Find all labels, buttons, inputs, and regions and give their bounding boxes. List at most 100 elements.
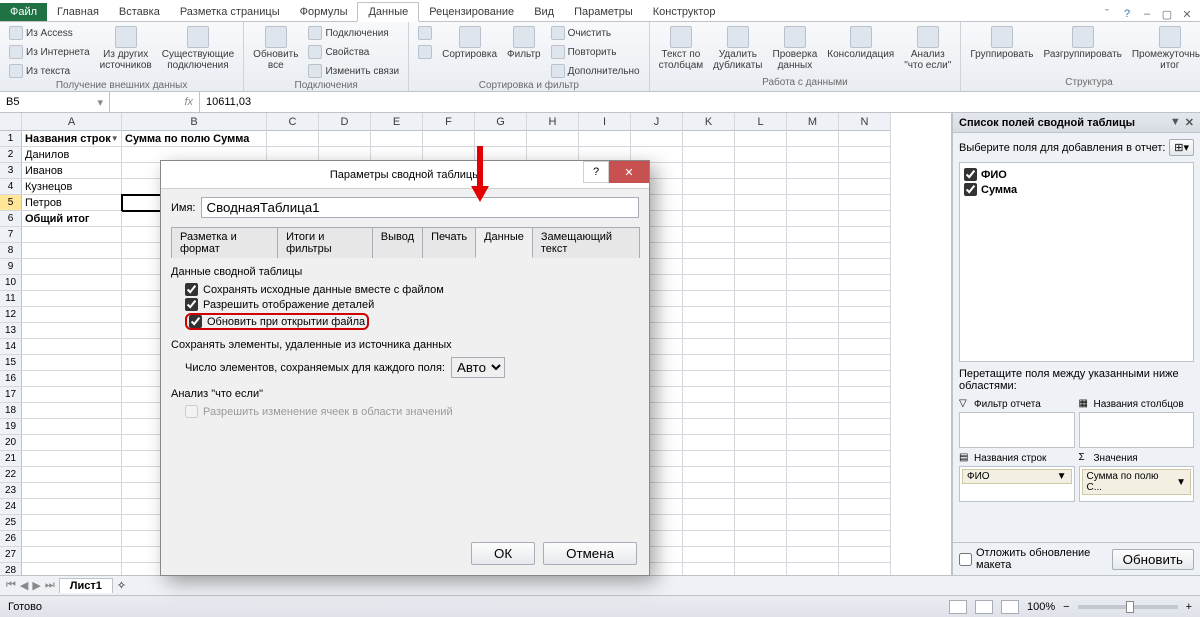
dialog-close-button[interactable]: ✕ [609, 161, 649, 183]
dialog-tab-alttext[interactable]: Замещающий текст [532, 227, 640, 258]
tab-design[interactable]: Конструктор [643, 3, 726, 21]
reapply-button[interactable]: Повторить [548, 43, 643, 61]
chevron-down-icon[interactable]: ▾ [97, 96, 103, 109]
field-checkbox[interactable] [964, 183, 977, 196]
col-header[interactable]: G [475, 113, 527, 131]
filter-button[interactable]: Фильтр [504, 24, 544, 62]
drop-columns[interactable] [1079, 412, 1195, 448]
from-access-button[interactable]: Из Access [6, 24, 93, 42]
dialog-tab-layout[interactable]: Разметка и формат [171, 227, 278, 258]
col-header[interactable]: H [527, 113, 579, 131]
tab-nav-next[interactable]: ▶ [32, 579, 40, 592]
text-to-columns-button[interactable]: Текст по столбцам [656, 24, 707, 73]
what-if-button[interactable]: Анализ "что если" [901, 24, 954, 73]
tab-data[interactable]: Данные [357, 2, 419, 22]
subtotal-button[interactable]: Промежуточный итог [1129, 24, 1200, 73]
help-icon[interactable]: ? [1120, 7, 1134, 21]
zoom-slider[interactable] [1078, 605, 1178, 609]
defer-update-checkbox[interactable]: Отложить обновление макета [959, 547, 1106, 571]
from-text-button[interactable]: Из текста [6, 62, 93, 80]
tab-options[interactable]: Параметры [564, 3, 643, 21]
close-icon[interactable]: ✕ [1185, 116, 1194, 129]
dialog-tab-totals[interactable]: Итоги и фильтры [277, 227, 373, 258]
layout-options-button[interactable]: ⊞▾ [1169, 139, 1194, 156]
tab-nav-first[interactable]: ⏮ [6, 579, 16, 592]
tab-review[interactable]: Рецензирование [419, 3, 524, 21]
enable-drill-checkbox[interactable] [185, 298, 198, 311]
dialog-tab-print[interactable]: Печать [422, 227, 476, 258]
col-header[interactable]: A [22, 113, 122, 131]
ribbon-minimize-icon[interactable]: ˇ [1100, 7, 1114, 21]
zoom-out-button[interactable]: − [1063, 601, 1069, 613]
sheet-tab[interactable]: Лист1 [59, 578, 113, 593]
tab-nav-prev[interactable]: ◀ [20, 579, 28, 592]
col-header[interactable]: J [631, 113, 683, 131]
tab-formulas[interactable]: Формулы [290, 3, 358, 21]
field-checkbox[interactable] [964, 168, 977, 181]
sort-desc-button[interactable] [415, 43, 435, 61]
view-layout-button[interactable] [975, 600, 993, 614]
window-restore-icon[interactable]: ▢ [1160, 7, 1174, 21]
col-header[interactable]: D [319, 113, 371, 131]
fx-icon[interactable]: fx [184, 96, 193, 108]
tab-insert[interactable]: Вставка [109, 3, 170, 21]
cancel-button[interactable]: Отмена [543, 542, 637, 565]
retain-count-select[interactable]: Авто [451, 357, 505, 378]
select-all-corner[interactable] [0, 113, 22, 131]
sort-asc-button[interactable] [415, 24, 435, 42]
tab-page-layout[interactable]: Разметка страницы [170, 3, 290, 21]
col-header[interactable]: L [735, 113, 787, 131]
col-header[interactable]: M [787, 113, 839, 131]
tab-home[interactable]: Главная [47, 3, 109, 21]
field-list[interactable]: ФИО Сумма [959, 162, 1194, 362]
chevron-down-icon[interactable]: ▼ [1170, 116, 1181, 129]
ungroup-button[interactable]: Разгруппировать [1041, 24, 1125, 62]
drop-values[interactable]: Сумма по полю С...▼ [1079, 466, 1195, 502]
dialog-tab-display[interactable]: Вывод [372, 227, 423, 258]
name-box[interactable]: B5▾ [0, 92, 110, 112]
tab-file[interactable]: Файл [0, 3, 47, 21]
properties-button[interactable]: Свойства [305, 43, 402, 61]
field-item[interactable]: Сумма [964, 182, 1189, 197]
col-header[interactable]: F [423, 113, 475, 131]
dialog-tab-data[interactable]: Данные [475, 227, 533, 258]
clear-filter-button[interactable]: Очистить [548, 24, 643, 42]
formula-input[interactable]: 10611,03 [200, 96, 257, 108]
edit-links-button[interactable]: Изменить связи [305, 62, 402, 80]
from-other-button[interactable]: Из других источников [97, 24, 155, 73]
zoom-level[interactable]: 100% [1027, 601, 1055, 613]
from-web-button[interactable]: Из Интернета [6, 43, 93, 61]
ok-button[interactable]: ОК [471, 542, 535, 565]
advanced-filter-button[interactable]: Дополнительно [548, 62, 643, 80]
chip-value[interactable]: Сумма по полю С...▼ [1082, 469, 1192, 495]
view-normal-button[interactable] [949, 600, 967, 614]
col-header[interactable]: K [683, 113, 735, 131]
consolidate-button[interactable]: Консолидация [824, 24, 897, 62]
window-minimize-icon[interactable]: – [1140, 7, 1154, 21]
remove-duplicates-button[interactable]: Удалить дубликаты [710, 24, 765, 73]
group-button[interactable]: Группировать [967, 24, 1036, 62]
new-sheet-icon[interactable]: ✧ [117, 579, 126, 592]
dialog-help-button[interactable]: ? [583, 161, 609, 183]
field-item[interactable]: ФИО [964, 167, 1189, 182]
connections-button[interactable]: Подключения [305, 24, 402, 42]
tab-view[interactable]: Вид [524, 3, 564, 21]
col-header[interactable]: B [122, 113, 267, 131]
col-header[interactable]: E [371, 113, 423, 131]
window-close-icon[interactable]: ✕ [1180, 7, 1194, 21]
view-pagebreak-button[interactable] [1001, 600, 1019, 614]
tab-nav-last[interactable]: ⏭ [45, 579, 55, 592]
zoom-in-button[interactable]: + [1186, 601, 1192, 613]
refresh-all-button[interactable]: Обновить все [250, 24, 301, 73]
save-source-checkbox[interactable] [185, 283, 198, 296]
col-header[interactable]: N [839, 113, 891, 131]
sort-button[interactable]: Сортировка [439, 24, 500, 62]
drop-rows[interactable]: ФИО▼ [959, 466, 1075, 502]
existing-connections-button[interactable]: Существующие подключения [159, 24, 237, 73]
col-header[interactable]: I [579, 113, 631, 131]
pivot-name-input[interactable] [201, 197, 639, 218]
data-validation-button[interactable]: Проверка данных [770, 24, 821, 73]
refresh-on-open-checkbox[interactable] [189, 315, 202, 328]
drop-filter[interactable] [959, 412, 1075, 448]
update-button[interactable]: Обновить [1112, 549, 1194, 570]
